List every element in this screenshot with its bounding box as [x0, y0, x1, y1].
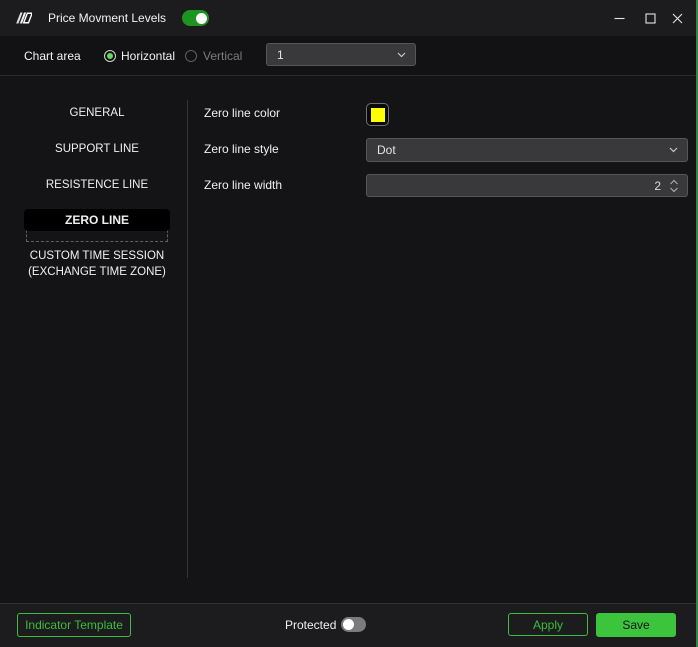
- indicator-template-button[interactable]: Indicator Template: [17, 613, 131, 637]
- chevron-down-icon: [397, 52, 406, 57]
- radio-vertical-label[interactable]: Vertical: [203, 36, 242, 76]
- indicator-settings-window: Price Movment Levels Chart area Horizont…: [0, 0, 698, 647]
- indicator-enabled-toggle[interactable]: [182, 10, 209, 26]
- spinner-up-down-icon[interactable]: [669, 179, 679, 193]
- toggle-knob: [343, 619, 354, 630]
- zero-line-color-label: Zero line color: [204, 106, 281, 120]
- chart-pane-select-value: 1: [277, 47, 284, 62]
- sidebar-item-custom-time-session[interactable]: CUSTOM TIME SESSION (EXCHANGE TIME ZONE): [12, 249, 182, 280]
- protected-label: Protected: [285, 618, 337, 632]
- sidebar-item-zero-line[interactable]: ZERO LINE: [24, 209, 170, 231]
- apply-button[interactable]: Apply: [508, 613, 588, 636]
- minimize-button[interactable]: [605, 0, 633, 36]
- sidebar-item-line2: (EXCHANGE TIME ZONE): [28, 265, 166, 278]
- sidebar-item-line1: CUSTOM TIME SESSION: [29, 250, 165, 262]
- radio-dot: [107, 53, 113, 59]
- save-button[interactable]: Save: [596, 613, 676, 637]
- window-title: Price Movment Levels: [48, 11, 167, 25]
- zero-line-width-spinbox[interactable]: 2: [366, 174, 688, 197]
- close-icon: [672, 13, 682, 23]
- sidebar-content-divider: [187, 100, 188, 578]
- sidebar-item-resistence-line[interactable]: RESISTENCE LINE: [12, 176, 182, 194]
- app-logo-icon: [16, 12, 32, 24]
- radio-horizontal[interactable]: [104, 50, 116, 62]
- toggle-knob: [195, 12, 207, 24]
- protected-toggle[interactable]: [341, 617, 366, 632]
- chart-area-label: Chart area: [24, 49, 81, 63]
- close-button[interactable]: [663, 0, 691, 36]
- radio-horizontal-label[interactable]: Horizontal: [121, 36, 175, 76]
- zero-line-style-label: Zero line style: [204, 142, 279, 156]
- zero-line-color-swatch[interactable]: [366, 103, 389, 126]
- zero-line-width-label: Zero line width: [204, 178, 283, 192]
- zero-line-style-value: Dot: [377, 143, 396, 157]
- zero-line-style-select[interactable]: Dot: [366, 138, 688, 162]
- zero-line-width-value: 2: [654, 178, 661, 193]
- titlebar: Price Movment Levels: [0, 0, 698, 36]
- chevron-down-icon: [669, 147, 678, 153]
- sidebar-item-support-line[interactable]: SUPPORT LINE: [12, 140, 182, 158]
- radio-vertical[interactable]: [185, 50, 197, 62]
- chart-pane-select[interactable]: 1: [266, 43, 416, 66]
- color-swatch-fill: [370, 107, 385, 122]
- minimize-icon: [614, 17, 624, 19]
- maximize-button[interactable]: [636, 0, 664, 36]
- sidebar-item-general[interactable]: GENERAL: [12, 104, 182, 122]
- maximize-icon: [644, 12, 656, 24]
